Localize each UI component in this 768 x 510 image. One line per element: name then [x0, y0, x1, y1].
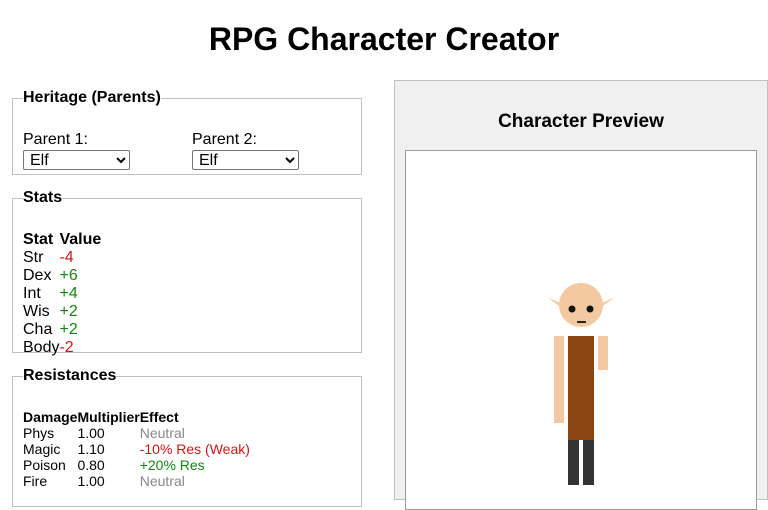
stat-row: Body -2: [23, 339, 101, 357]
resistance-row: Phys 1.00 Neutral: [23, 425, 250, 441]
stat-name: Cha: [23, 321, 53, 338]
stat-name: Dex: [23, 267, 52, 284]
parent1-group: Parent 1: Elf: [23, 131, 130, 170]
stat-value: +2: [59, 303, 78, 320]
stats-header-row: Stat Value: [23, 231, 101, 249]
res-header-multiplier: Multiplier: [77, 409, 140, 425]
preview-canvas: [405, 150, 757, 510]
stat-name: Str: [23, 249, 44, 266]
page-title: RPG Character Creator: [208, 21, 560, 57]
stat-row: Dex +6: [23, 267, 101, 285]
parent2-group: Parent 2: Elf: [192, 131, 299, 170]
res-effect: +20% Res: [139, 457, 205, 473]
resistance-row: Magic 1.10 -10% Res (Weak): [23, 441, 250, 457]
res-header-damage: Damage: [23, 409, 78, 425]
resistances-section: Resistances Damage Multiplier Effect Phy…: [12, 367, 362, 507]
parent2-select[interactable]: Elf: [192, 150, 299, 170]
left-eye-shape: [568, 305, 576, 313]
parent2-label: Parent 2:: [192, 131, 257, 148]
res-damage: Magic: [23, 441, 61, 457]
resistances-table: Damage Multiplier Effect Phys 1.00 Neutral…: [23, 409, 250, 489]
resistances-header-row: Damage Multiplier Effect: [23, 409, 250, 425]
stat-value: -4: [59, 249, 74, 266]
character-figure: [547, 283, 615, 485]
right-leg-shape: [583, 440, 594, 485]
stats-header-value: Value: [59, 231, 102, 248]
stat-row: Wis +2: [23, 303, 101, 321]
stats-legend: Stats: [23, 189, 63, 206]
res-effect: Neutral: [139, 473, 185, 489]
res-header-effect: Effect: [139, 409, 179, 425]
stat-value: -2: [59, 339, 74, 356]
right-arm-shape: [598, 336, 608, 370]
stat-row: Int +4: [23, 285, 101, 303]
stats-table: Stat Value Str -4 Dex +6 Int +4 Wis +2 Cha +2 Body…: [23, 231, 101, 357]
res-multiplier: 1.00: [77, 473, 105, 489]
left-leg-shape: [568, 440, 579, 485]
res-damage: Fire: [23, 473, 48, 489]
stat-value: +2: [59, 321, 78, 338]
res-multiplier: 0.80: [77, 457, 105, 473]
stat-name: Body: [23, 339, 60, 356]
stat-value: +4: [59, 285, 78, 302]
character-preview-panel: Character Preview: [394, 80, 768, 510]
res-effect: Neutral: [139, 425, 185, 441]
mouth-shape: [577, 321, 586, 323]
stat-row: Cha +2: [23, 321, 101, 339]
res-damage: Phys: [23, 425, 55, 441]
stat-row: Str -4: [23, 249, 101, 267]
heritage-legend: Heritage (Parents): [23, 89, 161, 106]
res-damage: Poison: [23, 457, 66, 473]
resistances-legend: Resistances: [23, 367, 117, 384]
head-shape: [559, 283, 603, 327]
resistance-row: Poison 0.80 +20% Res: [23, 457, 250, 473]
parent1-label: Parent 1:: [23, 131, 88, 148]
res-multiplier: 1.00: [77, 425, 105, 441]
res-effect: -10% Res (Weak): [139, 441, 250, 457]
stat-name: Wis: [23, 303, 50, 320]
left-arm-shape: [554, 336, 564, 423]
tunic-shape: [568, 336, 594, 440]
res-multiplier: 1.10: [77, 441, 105, 457]
stats-section: Stats Stat Value Str -4 Dex +6 Int +4 Wis +2 Cha…: [12, 189, 362, 356]
preview-title: Character Preview: [498, 111, 664, 132]
stats-header-stat: Stat: [23, 231, 54, 248]
stat-value: +6: [59, 267, 78, 284]
heritage-section: Heritage (Parents) Parent 1: Elf Parent …: [12, 89, 362, 175]
stat-name: Int: [23, 285, 41, 302]
resistance-row: Fire 1.00 Neutral: [23, 473, 250, 489]
right-eye-shape: [586, 305, 594, 313]
parent1-select[interactable]: Elf: [23, 150, 130, 170]
